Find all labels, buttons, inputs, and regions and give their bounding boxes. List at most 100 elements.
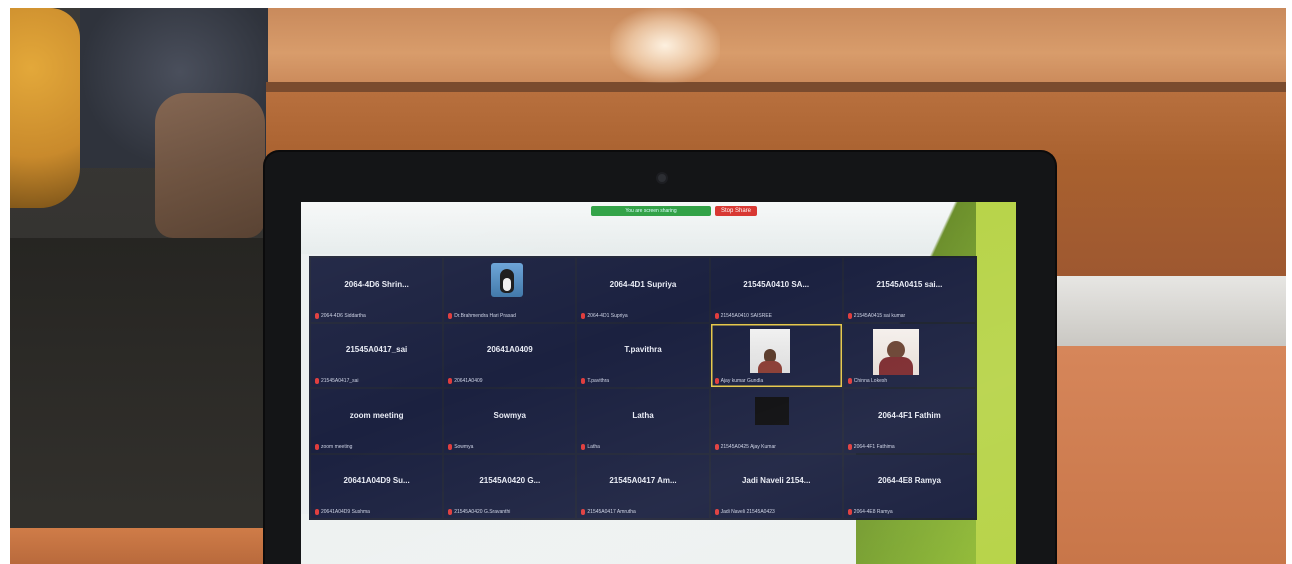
muted-mic-icon [847,312,852,319]
participant-label: Latha [581,443,600,450]
muted-mic-icon [847,509,852,515]
participant-name: 21545A0415 sai... [876,279,943,289]
muted-mic-icon [315,378,319,384]
participant-label: 2064-4D1 Supriya [581,312,628,319]
background-person [10,8,80,208]
participant-label-text: 21545A0417_sai [321,378,359,384]
photo: You are screen sharing Stop Share 2064-4… [0,0,1292,564]
participant-label-text: T.pavithra [587,378,610,384]
participant-video [872,328,919,375]
participant-name: T.pavithra [624,345,662,355]
laptop-screen: You are screen sharing Stop Share 2064-4… [301,202,1016,564]
participant-label-text: Jadi Naveli 21545A0423 [720,509,775,515]
participant-label-text: Dr.Brahmendra Hari Prasad [454,312,516,319]
participant-name: 21545A0417 Am... [609,476,677,486]
participant-label: 21545A0417_sai [315,378,359,384]
participant-label: 21545A0417 Amrutha [581,509,636,515]
participant-tile[interactable]: 21545A0417 Am... 21545A0417 Amrutha [577,454,709,518]
slide-green-edge [976,202,1016,564]
webcam-icon [658,174,666,182]
participant-tile[interactable]: 20641A0409 20641A0409 [444,323,576,387]
desk-glare [610,8,720,83]
participant-label: Jadi Naveli 21545A0423 [714,509,775,515]
participant-tile[interactable]: 21545A0415 sai... 21545A0415 sai kumar [843,258,975,322]
muted-mic-icon [315,312,319,319]
participant-tile[interactable]: 21545A0420 G... 21545A0420 G.Sravanthi [444,454,576,518]
participant-tile[interactable]: Latha Latha [577,389,709,453]
participant-name: 2064-4F1 Fathim [878,410,941,420]
participant-tile[interactable]: 2064-4F1 Fathim 2064-4F1 Fathima [843,389,975,453]
participant-label-text: 2064-4E8 Ramya [853,509,893,515]
participant-label-text: 2064-4D6 Siddartha [321,312,366,319]
sharing-indicator: You are screen sharing [591,206,711,216]
participant-name: 2064-4D1 Supriya [609,279,677,289]
participant-video [749,328,790,373]
muted-mic-icon [315,509,319,515]
participant-label-text: 21545A0417 Amrutha [587,509,636,515]
participant-tile[interactable]: T.pavithra T.pavithra [577,323,709,387]
participant-name: 21545A0410 SA... [743,279,810,289]
participant-tile[interactable]: zoom meeting zoom meeting [311,389,443,453]
muted-mic-icon [847,443,852,450]
participant-label: Chinna Lokesh [847,378,888,384]
participant-tile[interactable]: Sowmya Sowmya [444,389,576,453]
participant-label-text: 21545A0415 sai kumar [853,312,906,319]
participant-label: Dr.Brahmendra Hari Prasad [448,312,516,319]
participant-label: zoom meeting [315,443,353,450]
participant-tile[interactable]: Ajay kumar Gundla [710,323,842,387]
participant-tile[interactable]: 2064-4D1 Supriya 2064-4D1 Supriya [577,258,709,322]
logo-avatar-icon [755,396,790,425]
participant-name: 21545A0417_sai [345,345,408,355]
participant-label-text: 21545A0425 Ajay Kumar [720,443,776,450]
muted-mic-icon [581,509,586,515]
participant-name: Sowmya [493,410,527,420]
muted-mic-icon [315,443,319,450]
participant-label-text: Ajay kumar Gundla [720,378,764,384]
participant-label-text: 20641A0409 [454,378,483,384]
participant-label: 2064-4D6 Siddartha [315,312,366,319]
participant-label: 21545A0415 sai kumar [847,312,906,319]
participant-label: T.pavithra [581,378,609,384]
desk-left [10,528,280,564]
participant-label-text: Sowmya [454,443,474,450]
participant-tile[interactable]: Jadi Naveli 2154... Jadi Naveli 21545A042… [710,454,842,518]
share-bar: You are screen sharing Stop Share [591,206,757,216]
stop-share-button[interactable]: Stop Share [715,206,757,216]
photo-inner: You are screen sharing Stop Share 2064-4… [10,8,1286,564]
participant-tile[interactable]: Dr.Brahmendra Hari Prasad [444,258,576,322]
muted-mic-icon [448,378,453,384]
participant-name: 2064-4D6 Shrin... [344,279,409,289]
participant-tile[interactable]: Chinna Lokesh [843,323,975,387]
participant-label-text: 2064-4F1 Fathima [853,443,895,450]
participant-tile[interactable]: 2064-4E8 Ramya 2064-4E8 Ramya [843,454,975,518]
participant-label: 2064-4E8 Ramya [847,509,893,515]
muted-mic-icon [581,312,586,319]
muted-mic-icon [448,312,453,319]
participant-tile[interactable]: 21545A0410 SA... 21545A0410 SAISREE [710,258,842,322]
participant-tile[interactable]: 20641A04D9 Su... 20641A04D9 Sushma [311,454,443,518]
participant-label: 20641A04D9 Sushma [315,509,370,515]
participant-label: 2064-4F1 Fathima [847,443,895,450]
participant-gallery: 2064-4D6 Shrin... 2064-4D6 Siddartha Dr.Br… [309,256,977,520]
floor [10,238,280,538]
participant-label-text: zoom meeting [321,443,353,450]
desk-edge [266,82,1286,92]
participant-label: 20641A0409 [448,378,483,384]
muted-mic-icon [714,378,719,384]
participant-tile[interactable]: 2064-4D6 Shrin... 2064-4D6 Siddartha [311,258,443,322]
muted-mic-icon [581,378,586,384]
bag [155,93,265,238]
desk-right [1040,346,1286,564]
laptop: You are screen sharing Stop Share 2064-4… [265,152,1055,564]
muted-mic-icon [581,443,586,450]
participant-label-text: 21545A0420 G.Sravanthi [454,509,511,515]
participant-name: Latha [632,410,654,420]
participant-tile[interactable]: 21545A0425 Ajay Kumar [710,389,842,453]
participant-label-text: Chinna Lokesh [853,378,888,384]
participant-label: 21545A0410 SAISREE [714,312,772,319]
participant-label-text: 20641A04D9 Sushma [321,509,370,515]
participant-tile[interactable]: 21545A0417_sai 21545A0417_sai [311,323,443,387]
participant-name: 21545A0420 G... [479,476,541,486]
participant-name: Jadi Naveli 2154... [741,476,811,486]
participant-label-text: Latha [587,443,600,450]
